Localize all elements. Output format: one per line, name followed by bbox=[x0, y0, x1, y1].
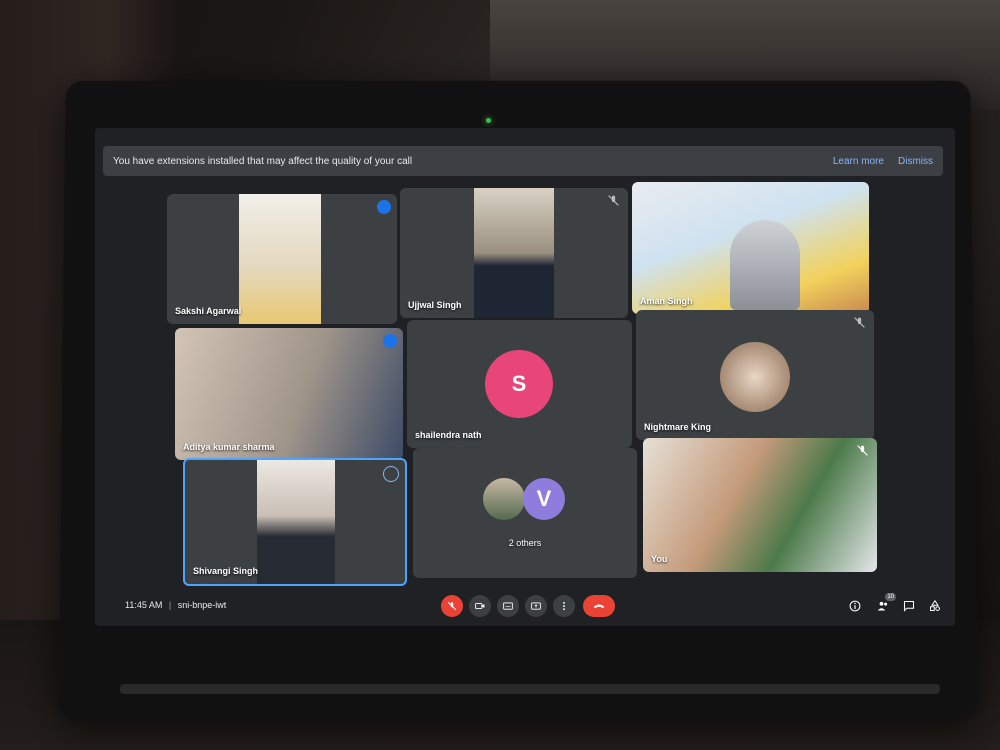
participant-video bbox=[257, 460, 335, 584]
participant-avatar: V bbox=[523, 478, 565, 520]
others-count: 2 others bbox=[508, 538, 542, 548]
meeting-time: 11:45 AM | sni-bnpe-iwt bbox=[125, 600, 226, 610]
participant-name: Shivangi Singh bbox=[193, 566, 259, 576]
participant-tile[interactable]: You bbox=[643, 438, 877, 572]
participant-tile[interactable]: Ujjwal Singh bbox=[400, 188, 628, 318]
speaking-icon bbox=[377, 200, 391, 214]
time-text: 11:45 AM bbox=[125, 600, 163, 610]
meeting-controls-bar: 11:45 AM | sni-bnpe-iwt 10 bbox=[95, 586, 955, 626]
more-vert-icon bbox=[563, 601, 565, 611]
participant-name: Ujjwal Singh bbox=[408, 300, 462, 310]
meet-window: You have extensions installed that may a… bbox=[95, 128, 955, 626]
participant-name: You bbox=[651, 554, 668, 564]
participant-tile[interactable]: Aman Singh bbox=[632, 182, 869, 314]
separator: | bbox=[168, 600, 172, 610]
activities-icon bbox=[930, 600, 940, 611]
avatar-initial: S bbox=[511, 371, 527, 396]
participant-tile[interactable]: Aditya kumar sharma bbox=[175, 328, 403, 460]
meeting-code: sni-bnpe-iwt bbox=[177, 600, 227, 610]
meeting-details-button[interactable] bbox=[847, 598, 863, 614]
hangup-icon bbox=[593, 604, 605, 609]
mic-off-icon bbox=[447, 601, 457, 611]
mic-toggle-button[interactable] bbox=[441, 595, 463, 617]
learn-more-link[interactable]: Learn more bbox=[833, 156, 884, 167]
participant-tile[interactable]: Shivangi Singh bbox=[183, 458, 407, 586]
mic-off-icon bbox=[854, 317, 865, 328]
present-screen-button[interactable] bbox=[525, 595, 547, 617]
participant-name: Sakshi Agarwal bbox=[175, 306, 242, 316]
chat-button[interactable] bbox=[901, 598, 917, 614]
mic-off-icon bbox=[857, 445, 868, 456]
camera-icon bbox=[475, 603, 485, 609]
participant-video bbox=[730, 220, 800, 310]
webcam-light bbox=[486, 118, 491, 123]
participant-tile[interactable]: Sakshi Agarwal bbox=[167, 194, 397, 324]
dismiss-link[interactable]: Dismiss bbox=[898, 156, 933, 167]
captions-icon bbox=[503, 602, 513, 610]
present-icon bbox=[531, 602, 541, 610]
participant-tile[interactable]: Nightmare King bbox=[636, 310, 874, 440]
info-icon bbox=[849, 600, 861, 612]
captions-button[interactable] bbox=[497, 595, 519, 617]
participant-name: shailendra nath bbox=[415, 430, 482, 440]
participant-avatar: S bbox=[485, 350, 553, 418]
more-options-button[interactable] bbox=[553, 595, 575, 617]
camera-toggle-button[interactable] bbox=[469, 595, 491, 617]
participant-tile[interactable]: S shailendra nath bbox=[407, 320, 632, 448]
participants-button[interactable]: 10 bbox=[875, 593, 896, 614]
mic-off-icon bbox=[608, 195, 619, 206]
participant-tile[interactable]: V 2 others bbox=[413, 448, 637, 578]
participant-name: Aditya kumar sharma bbox=[183, 442, 275, 452]
participant-count-badge: 10 bbox=[885, 593, 896, 601]
people-icon bbox=[877, 601, 888, 611]
avatar-initial: V bbox=[536, 486, 552, 511]
participant-video bbox=[474, 188, 554, 318]
participant-name: Aman Singh bbox=[640, 296, 693, 306]
activities-button[interactable] bbox=[927, 598, 943, 614]
laptop-hinge bbox=[120, 684, 940, 694]
participant-name: Nightmare King bbox=[644, 422, 712, 432]
speaking-icon bbox=[383, 334, 397, 348]
chat-icon bbox=[903, 600, 915, 612]
banner-message: You have extensions installed that may a… bbox=[113, 155, 413, 167]
leave-call-button[interactable] bbox=[583, 595, 615, 617]
participant-avatar bbox=[720, 342, 790, 412]
more-options-icon[interactable] bbox=[383, 466, 399, 482]
participant-avatar bbox=[483, 478, 525, 520]
extension-warning-banner: You have extensions installed that may a… bbox=[103, 146, 943, 176]
participant-video bbox=[239, 194, 321, 324]
